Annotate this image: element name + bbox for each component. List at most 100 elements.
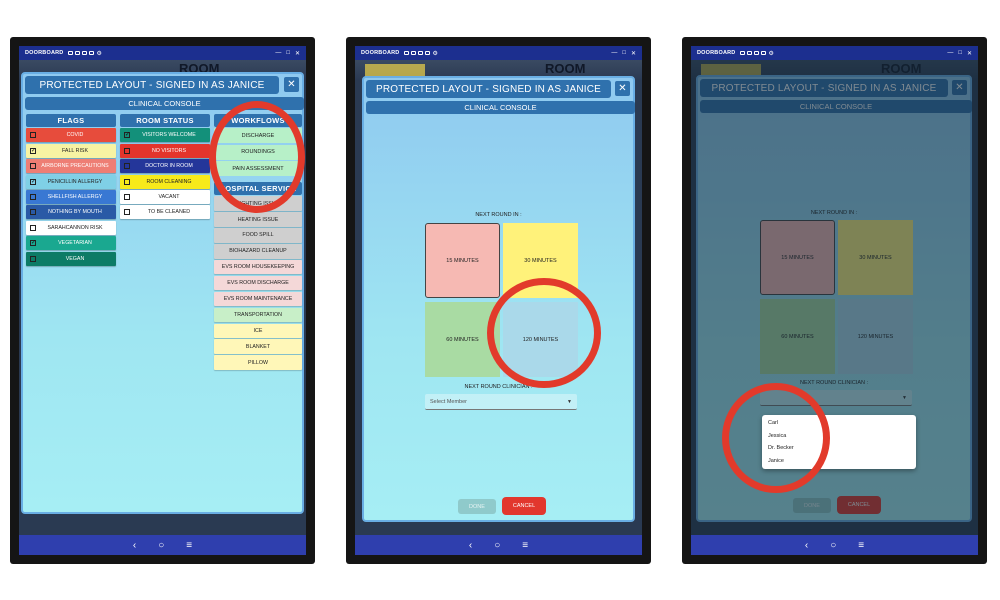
room-status-visitors-welcome[interactable]: VISITORS WELCOME <box>120 128 210 143</box>
camera-icon <box>68 51 74 55</box>
home-icon[interactable]: ○ <box>158 540 164 551</box>
checkbox-icon[interactable] <box>124 131 130 139</box>
service-blanket[interactable]: BLANKET <box>214 339 302 354</box>
phone-screen-2: DOORBOARD ⚙ — □ ✕ ROOM PROTECTED LAYOUT … <box>346 37 651 564</box>
window-close-icon[interactable]: ✕ <box>967 50 972 57</box>
minimize-icon[interactable]: — <box>611 50 617 57</box>
window-title-bar: DOORBOARD ⚙ — □ ✕ <box>19 46 306 60</box>
service-evs-room-maintenance[interactable]: EVS ROOM MAINTENANCE <box>214 291 302 307</box>
close-button[interactable]: ✕ <box>284 77 299 92</box>
service-ice[interactable]: ICE <box>214 323 302 339</box>
flags-title: FLAGS <box>26 114 116 127</box>
flag-fall-risk[interactable]: FALL RISK <box>26 143 116 158</box>
done-button[interactable]: DONE <box>458 499 496 514</box>
room-status-room-cleaning[interactable]: ROOM CLEANING <box>120 174 210 189</box>
room-status-list: VISITORS WELCOME NO VISITORS DOCTOR IN ROO… <box>120 128 210 220</box>
flag-shellfish-allergy[interactable]: SHELLFISH ALLERGY <box>26 189 116 204</box>
window-close-icon[interactable]: ✕ <box>631 50 636 57</box>
service-heating-issue[interactable]: HEATING ISSUE <box>214 212 302 227</box>
checkbox-icon[interactable] <box>30 193 36 200</box>
tile-label: 15 MINUTES <box>446 257 479 264</box>
home-icon[interactable]: ○ <box>494 540 500 551</box>
room-status-label: NO VISITORS <box>151 147 187 154</box>
flag-sarahcannon-risk[interactable]: SARAHCANNON RISK <box>26 220 116 235</box>
member-option-jessica[interactable]: Jessica <box>762 430 916 443</box>
workflows-list: DISCHARGE ROUNDINGS PAIN ASSESSMENT <box>214 128 302 177</box>
service-lighting-issue[interactable]: LIGHTING ISSUE <box>214 196 302 211</box>
checkbox-icon[interactable] <box>30 224 36 231</box>
tile-60-minutes[interactable]: 60 MINUTES <box>425 302 500 377</box>
room-status-doctor-in-room[interactable]: DOCTOR IN ROOM <box>120 159 210 174</box>
flag-vegetarian[interactable]: VEGETARIAN <box>26 236 116 251</box>
room-status-label: VACANT <box>158 193 180 200</box>
recents-icon[interactable]: ≡ <box>858 540 864 551</box>
hospital-services-panel: HOSPITAL SERVICE LIGHTING ISSUE HEATING I… <box>214 182 302 370</box>
checkbox-icon[interactable] <box>124 147 130 154</box>
settings-icon[interactable]: ⚙ <box>432 50 437 57</box>
headset-icon <box>754 51 760 55</box>
member-option-janice[interactable]: Janice <box>762 455 916 468</box>
flag-label: NOTHING BY MOUTH <box>48 209 102 216</box>
recents-icon[interactable]: ≡ <box>522 540 528 551</box>
checkbox-icon[interactable] <box>124 193 130 200</box>
home-icon[interactable]: ○ <box>830 540 836 551</box>
service-biohazard-cleanup[interactable]: BIOHAZARD CLEANUP <box>214 244 302 259</box>
room-status-vacant[interactable]: VACANT <box>120 189 210 204</box>
room-status-title: ROOM STATUS <box>120 114 210 127</box>
checkbox-icon[interactable] <box>30 209 36 216</box>
checkbox-icon[interactable] <box>30 147 36 154</box>
flag-label: SHELLFISH ALLERGY <box>47 193 103 200</box>
checkbox-icon[interactable] <box>30 163 36 170</box>
tile-30-minutes[interactable]: 30 MINUTES <box>503 223 578 298</box>
video-icon <box>747 51 753 55</box>
service-food-spill[interactable]: FOOD SPILL <box>214 228 302 243</box>
checkbox-icon[interactable] <box>124 163 130 170</box>
service-pillow[interactable]: PILLOW <box>214 355 302 370</box>
recents-icon[interactable]: ≡ <box>186 540 192 551</box>
flag-label: VEGETARIAN <box>58 240 92 247</box>
back-icon[interactable]: ‹ <box>133 540 136 551</box>
flag-airborne-precautions[interactable]: AIRBORNE PRECAUTIONS <box>26 159 116 174</box>
workflow-pain-assessment[interactable]: PAIN ASSESSMENT <box>214 161 302 177</box>
maximize-icon[interactable]: □ <box>958 50 962 57</box>
flag-nothing-by-mouth[interactable]: NOTHING BY MOUTH <box>26 205 116 220</box>
flag-covid[interactable]: COVID <box>26 128 116 143</box>
dialog-title: PROTECTED LAYOUT - SIGNED IN AS JANICE <box>366 80 611 98</box>
room-status-no-visitors[interactable]: NO VISITORS <box>120 143 210 158</box>
flags-panel: FLAGS COVID FALL RISK AIRBORNE PRECAUTIONS… <box>26 114 116 266</box>
settings-icon[interactable]: ⚙ <box>96 50 101 57</box>
close-button[interactable]: ✕ <box>615 81 630 96</box>
checkbox-icon[interactable] <box>124 178 130 185</box>
checkbox-icon[interactable] <box>30 239 36 247</box>
tile-15-minutes[interactable]: 15 MINUTES <box>425 223 500 298</box>
service-transportation[interactable]: TRANSPORTATION <box>214 307 302 323</box>
checkbox-icon[interactable] <box>30 132 36 139</box>
checkbox-icon[interactable] <box>30 255 36 262</box>
workflow-roundings[interactable]: ROUNDINGS <box>214 144 302 160</box>
room-status-to-be-cleaned[interactable]: TO BE CLEANED <box>120 205 210 220</box>
checkbox-icon[interactable] <box>30 178 36 185</box>
minimize-icon[interactable]: — <box>275 50 281 57</box>
video-icon <box>411 51 417 55</box>
maximize-icon[interactable]: □ <box>622 50 626 57</box>
maximize-icon[interactable]: □ <box>286 50 290 57</box>
service-evs-room-housekeeping[interactable]: EVS ROOM HOUSEKEEPING <box>214 259 302 275</box>
flag-vegan[interactable]: VEGAN <box>26 251 116 266</box>
member-option-dr-becker[interactable]: Dr. Becker <box>762 442 916 455</box>
cancel-button[interactable]: CANCEL <box>502 497 546 515</box>
minimize-icon[interactable]: — <box>947 50 953 57</box>
tile-120-minutes[interactable]: 120 MINUTES <box>503 302 578 377</box>
workflow-discharge[interactable]: DISCHARGE <box>214 128 302 144</box>
window-close-icon[interactable]: ✕ <box>295 50 300 57</box>
window-title-bar: DOORBOARD ⚙ — □ ✕ <box>691 46 978 60</box>
checkbox-icon[interactable] <box>124 209 130 216</box>
flag-label: AIRBORNE PRECAUTIONS <box>41 163 109 170</box>
member-option-carl[interactable]: Carl <box>762 417 916 430</box>
flag-penicillin-allergy[interactable]: PENICILLIN ALLERGY <box>26 174 116 189</box>
member-select[interactable]: Select Member ▼ <box>425 394 577 410</box>
video-icon <box>75 51 81 55</box>
back-icon[interactable]: ‹ <box>805 540 808 551</box>
back-icon[interactable]: ‹ <box>469 540 472 551</box>
service-evs-room-discharge[interactable]: EVS ROOM DISCHARGE <box>214 275 302 291</box>
settings-icon[interactable]: ⚙ <box>768 50 773 57</box>
